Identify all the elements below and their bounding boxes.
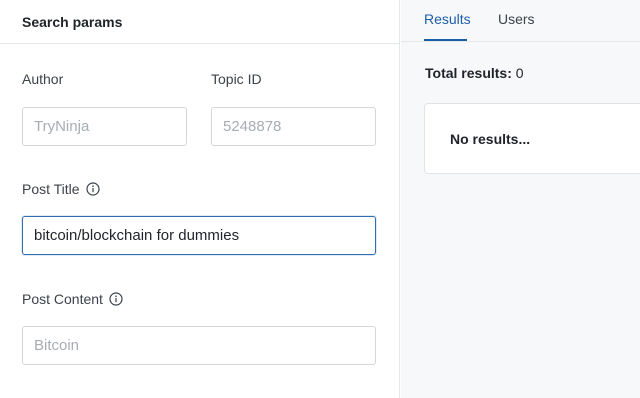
total-results: Total results: 0 [425,65,524,81]
info-icon[interactable] [85,182,100,196]
search-params-title: Search params [22,13,123,30]
tab-results[interactable]: Results [424,11,471,27]
topic-id-label-text: Topic ID [211,71,262,87]
post-title-label-text: Post Title [22,181,80,197]
info-icon[interactable] [109,292,123,306]
search-params-header: Search params [0,0,399,44]
empty-results-message: No results... [450,130,531,147]
results-panel: Results Users Total results: 0 No result… [401,0,640,398]
post-content-input[interactable] [22,326,376,365]
post-title-label: Post Title [22,181,100,197]
author-label: Author [22,71,63,87]
author-label-text: Author [22,71,64,87]
total-results-count: 0 [515,65,524,81]
total-results-label: Total results: [425,65,512,81]
results-tabs: Results Users [401,0,640,42]
author-input[interactable] [22,107,187,146]
topic-id-label: Topic ID [211,71,262,87]
post-content-label-text: Post Content [22,291,103,307]
post-title-input[interactable] [22,216,376,255]
tab-users[interactable]: Users [498,11,535,27]
empty-results-card: No results... [424,103,640,174]
topic-id-input[interactable] [211,107,376,146]
search-params-panel: Search params Author Topic ID Post Title… [0,0,400,398]
active-tab-indicator [424,39,467,41]
post-content-label: Post Content [22,291,123,307]
